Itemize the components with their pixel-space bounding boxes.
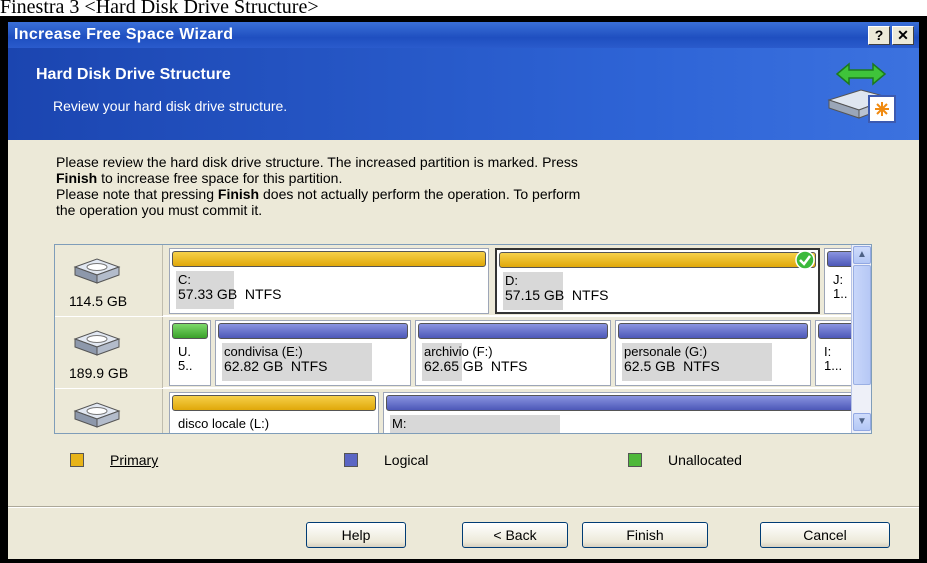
partition-c[interactable]: C: 57.33 GB NTFS xyxy=(169,248,489,314)
disk-row: 114.5 GB C: 57.33 GB NTFS D: 57.15 GB NT… xyxy=(55,245,862,316)
partition-bar xyxy=(172,395,376,411)
partition-label: D: 57.15 GB NTFS xyxy=(505,274,609,303)
vertical-scrollbar[interactable]: ▲ ▼ xyxy=(851,245,871,433)
disk-row: disco locale (L:) M: xyxy=(55,389,862,433)
partition-f[interactable]: archivio (F:) 62.65 GB NTFS xyxy=(415,320,611,386)
partition-label: personale (G:) 62.5 GB NTFS xyxy=(624,345,720,374)
partition-d[interactable]: D: 57.15 GB NTFS xyxy=(495,248,820,314)
disk-resize-icon xyxy=(827,62,896,123)
partition-label: U. 5.. xyxy=(178,345,193,373)
disk-size: 189.9 GB xyxy=(69,365,129,381)
legend-unallocated: Unallocated xyxy=(628,452,742,468)
partition-label: J: 1.. xyxy=(833,273,848,301)
disk-info xyxy=(55,389,163,433)
page-title: Hard Disk Drive Structure xyxy=(36,66,231,83)
page-subtitle: Review your hard disk drive structure. xyxy=(53,98,288,114)
disk-info: 114.5 GB xyxy=(55,245,163,316)
partition-bar xyxy=(499,252,816,268)
used-space-fill xyxy=(390,415,560,433)
partition-label: archivio (F:) 62.65 GB NTFS xyxy=(424,345,528,374)
window-title: Increase Free Space Wizard xyxy=(14,26,234,43)
wizard-header: Hard Disk Drive Structure Review your ha… xyxy=(8,48,919,140)
hard-disk-icon xyxy=(73,402,121,428)
separator xyxy=(8,506,919,508)
help-title-button[interactable]: ? xyxy=(868,26,890,45)
disk-size: 114.5 GB xyxy=(69,293,128,309)
back-button[interactable]: < Back xyxy=(462,522,568,548)
partition-label: M: xyxy=(392,417,407,431)
cancel-button[interactable]: Cancel xyxy=(760,522,890,548)
wizard-window: Increase Free Space Wizard ? ✕ Hard Disk… xyxy=(0,16,927,563)
partition-bar xyxy=(218,323,408,339)
legend-primary: Primary xyxy=(70,452,158,468)
checkmark-icon xyxy=(795,250,815,270)
partition-l[interactable]: disco locale (L:) xyxy=(169,392,379,433)
partition-label: C: 57.33 GB NTFS xyxy=(178,273,282,302)
disk-info: 189.9 GB xyxy=(55,317,163,388)
partition-label: I: 1... xyxy=(824,345,843,373)
hard-disk-icon xyxy=(73,330,121,356)
partition-g[interactable]: personale (G:) 62.5 GB NTFS xyxy=(615,320,811,386)
partition-label: condivisa (E:) 62.82 GB NTFS xyxy=(224,345,328,374)
close-button[interactable]: ✕ xyxy=(892,26,914,45)
scroll-thumb[interactable] xyxy=(853,265,871,385)
partition-unallocated[interactable]: U. 5.. xyxy=(169,320,211,386)
scroll-down-button[interactable]: ▼ xyxy=(853,413,871,431)
instructions-text: Please review the hard disk drive struct… xyxy=(56,154,581,218)
partition-e[interactable]: condivisa (E:) 62.82 GB NTFS xyxy=(215,320,411,386)
unallocated-swatch xyxy=(628,453,642,467)
legend-logical: Logical xyxy=(344,452,428,468)
partition-bar xyxy=(172,251,486,267)
logical-swatch xyxy=(344,453,358,467)
scroll-up-button[interactable]: ▲ xyxy=(853,246,871,264)
help-button[interactable]: Help xyxy=(306,522,406,548)
primary-swatch xyxy=(70,453,84,467)
wizard-body: Please review the hard disk drive struct… xyxy=(8,140,919,559)
disk-row: 189.9 GB U. 5.. condivisa (E:) 62.82 GB … xyxy=(55,317,862,388)
title-bar[interactable]: Increase Free Space Wizard ? ✕ xyxy=(8,22,919,48)
partition-bar xyxy=(172,323,208,339)
finish-button[interactable]: Finish xyxy=(582,522,708,548)
partition-label: disco locale (L:) xyxy=(178,417,270,431)
disk-structure-panel[interactable]: 114.5 GB C: 57.33 GB NTFS D: 57.15 GB NT… xyxy=(54,244,872,434)
partition-bar xyxy=(386,395,859,411)
partition-bar xyxy=(418,323,608,339)
partition-bar xyxy=(618,323,808,339)
hard-disk-icon xyxy=(73,258,121,284)
partition-m[interactable]: M: xyxy=(383,392,862,433)
